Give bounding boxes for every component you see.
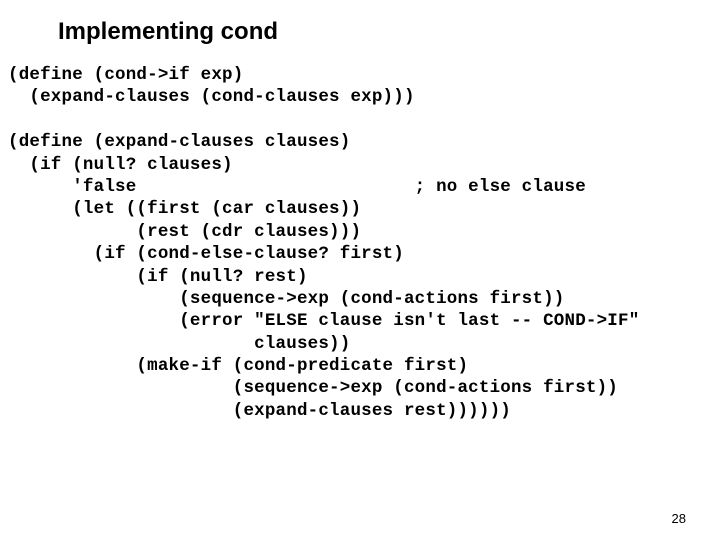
code-block: (define (cond->if exp) (expand-clauses (… <box>0 46 720 422</box>
slide-title: Implementing cond <box>0 0 720 46</box>
page-number: 28 <box>672 511 686 526</box>
